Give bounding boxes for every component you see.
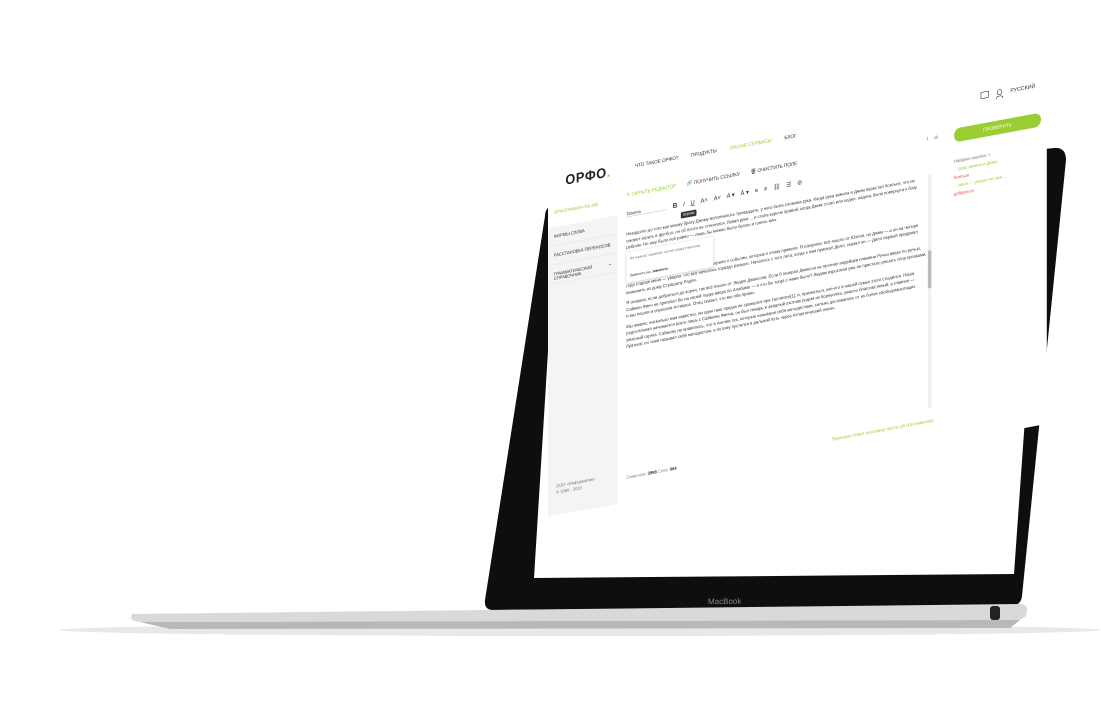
clear-field-button[interactable]: 🗑 ОЧИСТИТЬ ПОЛЕ <box>750 160 797 174</box>
font-size-up-icon[interactable]: A˄ <box>701 196 708 204</box>
clear-format-icon[interactable]: ⊘ <box>797 179 802 187</box>
sidebar-item-label: ГРАММАТИЧЕСКИЙ СПРАВОЧНИК <box>553 265 593 282</box>
nav-item-about[interactable]: ЧТО ТАКОЕ ОРФО? <box>635 155 678 169</box>
font-size-down-icon[interactable]: A˅ <box>714 194 721 202</box>
text-color-icon[interactable]: A ▾ <box>727 191 735 199</box>
link-icon[interactable]: ⛓ <box>773 183 780 191</box>
sidebar-item-label: ФОРМЫ СЛОВА <box>553 228 585 240</box>
screen-plane: ОРФО. ЧТО ТАКОЕ ОРФО? ПРОДУКТЫ ONLINE СЕ… <box>548 71 1047 584</box>
stage: MacBook ОРФО. ЧТО ТАКОЕ ОРФО? ПРОДУКТЫ O… <box>0 0 1101 720</box>
logo[interactable]: ОРФО. <box>565 164 611 189</box>
header-right: РУССКИЙ <box>980 82 1035 100</box>
align-left-icon[interactable]: ≡ <box>755 187 758 195</box>
hide-editor-button[interactable]: ✎ СКРЫТЬ РЕДАКТОР <box>626 183 676 198</box>
italic-icon[interactable]: I <box>683 201 685 208</box>
bold-icon[interactable]: B <box>673 202 678 210</box>
mail-icon[interactable] <box>980 90 989 100</box>
copyright: ООО «Информатик» © 1989 - 2019 <box>556 477 595 497</box>
nav-item-blog[interactable]: БЛОГ <box>784 133 796 141</box>
text-input[interactable]: Незадолго до того как моему брату Джиму … <box>626 175 928 471</box>
social-links: f vk <box>927 134 939 142</box>
laptop-brand-label: MacBook <box>708 596 742 607</box>
user-icon[interactable] <box>997 88 1003 96</box>
tooltip: Курсив <box>680 209 697 219</box>
font-select[interactable]: Tahoma <box>626 204 667 218</box>
scrollbar-thumb[interactable] <box>927 250 932 289</box>
nav-item-online[interactable]: ONLINE СЕРВИСЫ <box>730 137 772 150</box>
sidebar: ОРФОГРАФИЯ ONLINE ФОРМЫ СЛОВА РАССТАНОВК… <box>548 188 618 517</box>
vk-icon[interactable]: vk <box>934 134 939 141</box>
editor: ✎ СКРЫТЬ РЕДАКТОР 🔗 ПОЛУЧИТЬ ССЫЛКУ 🗑 ОЧ… <box>621 128 946 503</box>
language-select[interactable]: РУССКИЙ <box>1010 82 1035 93</box>
align-center-icon[interactable]: ≡ <box>764 185 767 193</box>
get-link-button[interactable]: 🔗 ПОЛУЧИТЬ ССЫЛКУ <box>687 171 740 187</box>
highlight-icon[interactable]: Ā ▾ <box>741 189 749 197</box>
facebook-icon[interactable]: f <box>927 136 928 142</box>
error-list: Найдено ошибок: 4 ... рука зажила и Джим… <box>954 148 1007 199</box>
nav-item-products[interactable]: ПРОДУКТЫ <box>691 148 717 158</box>
underline-icon[interactable]: U <box>691 199 695 207</box>
results-panel: ПРОВЕРИТЬ Найдено ошибок: 4 ... рука заж… <box>954 110 1041 441</box>
list-icon[interactable]: ☰ <box>786 181 791 189</box>
chevron-down-icon: ⌄ <box>607 260 612 267</box>
scrollbar[interactable] <box>927 174 932 409</box>
